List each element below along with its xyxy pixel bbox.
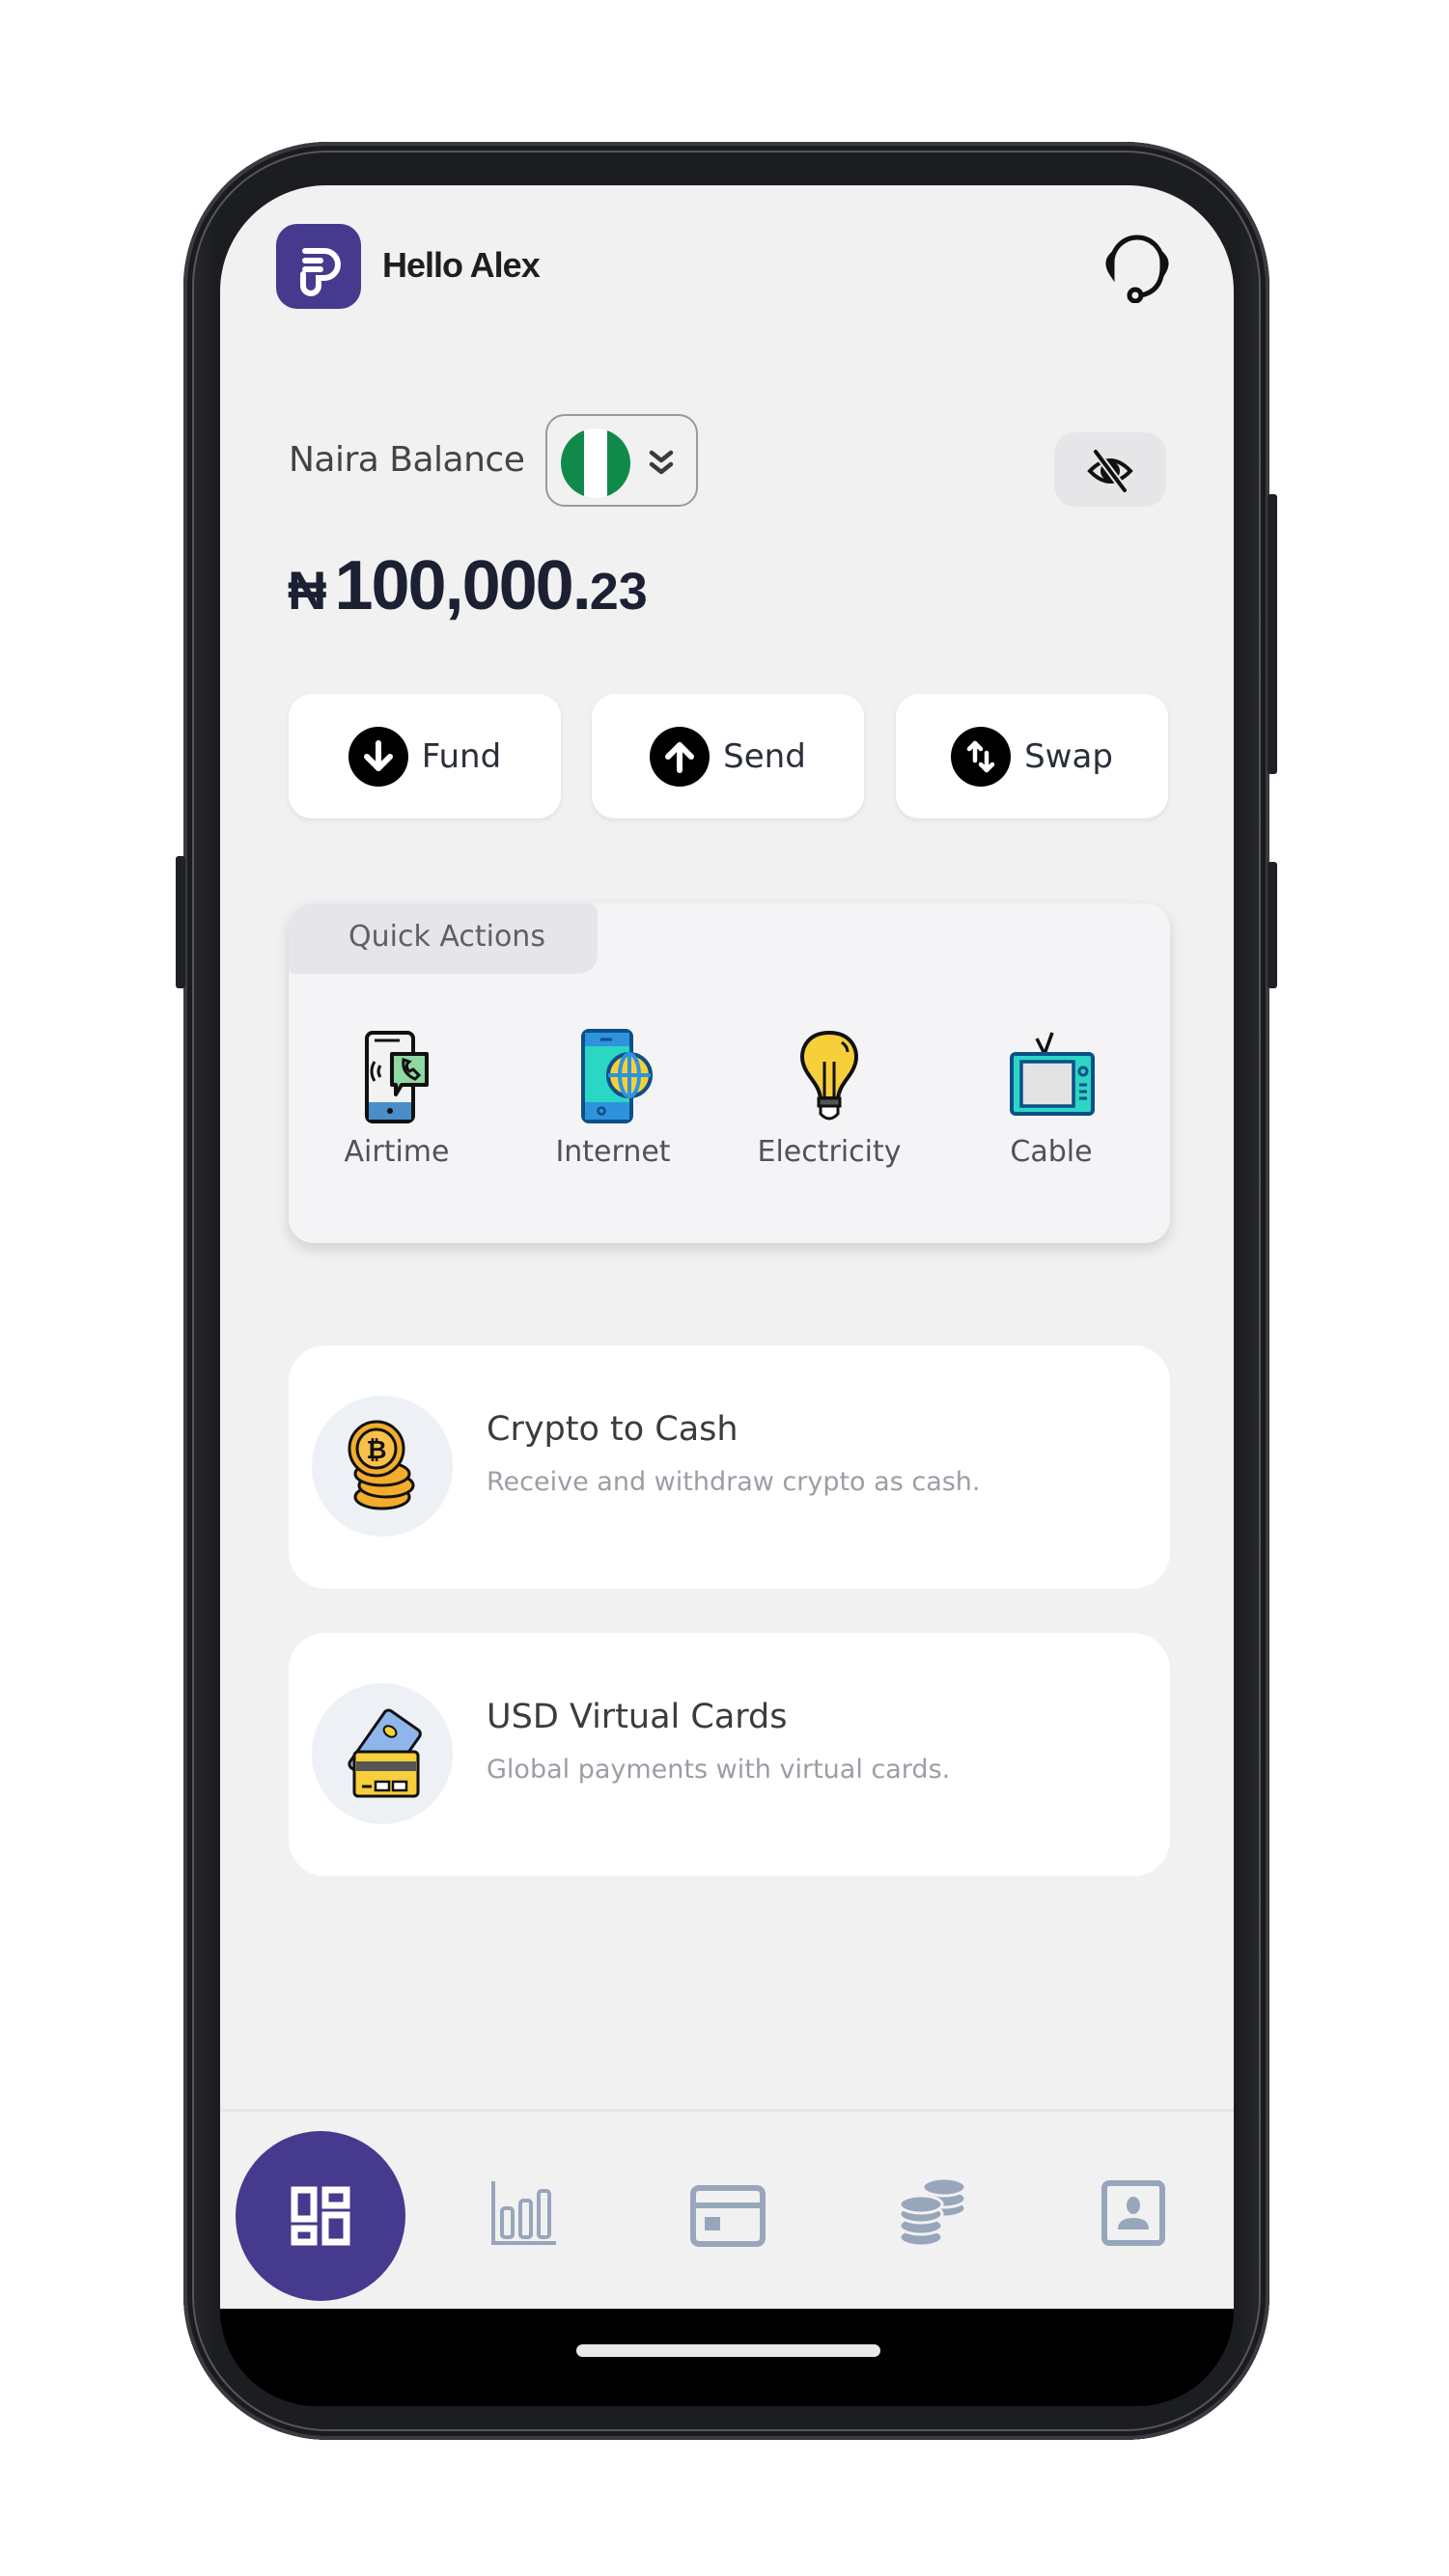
phone-globe-icon [581, 1029, 653, 1123]
swap-label: Swap [1024, 736, 1113, 776]
svg-text:₿: ₿ [366, 1436, 386, 1465]
quick-actions-title: Quick Actions [348, 920, 545, 954]
app-logo-icon [300, 248, 341, 296]
volume-button [1268, 494, 1277, 774]
tv-icon [1010, 1032, 1095, 1116]
swap-button[interactable]: Swap [896, 694, 1168, 818]
headset-icon [1105, 235, 1169, 304]
quick-action-label: Airtime [344, 1135, 450, 1169]
fund-button[interactable]: Fund [289, 694, 561, 818]
arrow-up-circle-icon [650, 726, 711, 787]
quick-actions-tab: Quick Actions [289, 903, 598, 974]
currency-selector[interactable] [545, 414, 698, 507]
side-button-left [176, 856, 185, 988]
home-indicator[interactable] [576, 2344, 880, 2357]
fund-label: Fund [421, 736, 502, 776]
feature-title: USD Virtual Cards [487, 1698, 788, 1736]
quick-action-cable[interactable]: Cable [964, 1029, 1138, 1183]
quick-action-internet[interactable]: Internet [526, 1029, 700, 1183]
quick-actions-card: Quick Actions Airtime Internet Electrici… [289, 903, 1170, 1243]
card-icon [690, 2185, 766, 2247]
balance-amount: ₦ 100,000.23 [288, 542, 648, 635]
balance-decimal: 23 [589, 563, 648, 621]
currency-symbol: ₦ [288, 560, 326, 621]
arrow-down-circle-icon [348, 726, 408, 787]
phone-chin [220, 2310, 1234, 2406]
quick-action-airtime[interactable]: Airtime [310, 1029, 484, 1183]
support-button[interactable] [1101, 230, 1174, 304]
quick-action-electricity[interactable]: Electricity [742, 1029, 916, 1183]
profile-icon [1101, 2180, 1165, 2246]
send-button[interactable]: Send [592, 694, 864, 818]
toggle-balance-visibility-button[interactable] [1054, 432, 1166, 507]
feature-title: Crypto to Cash [487, 1410, 738, 1449]
chevron-double-down-icon [649, 450, 674, 475]
credit-cards-icon [312, 1683, 453, 1824]
dashboard-icon [291, 2186, 350, 2246]
usd-virtual-cards-card[interactable]: USD Virtual Cards Global payments with v… [289, 1633, 1170, 1876]
nav-crypto[interactable] [894, 2175, 967, 2249]
app-screen: Hello Alex Naira Balance ₦ 100,000.23 Fu… [220, 185, 1234, 2309]
speaker-notch [652, 157, 801, 173]
phone-call-icon [365, 1031, 429, 1123]
coins-icon [898, 2176, 967, 2248]
feature-subtitle: Global payments with virtual cards. [487, 1755, 951, 1785]
nav-profile[interactable] [1101, 2179, 1166, 2247]
power-button [1268, 862, 1277, 988]
swap-vertical-icon [951, 726, 1012, 787]
bitcoin-coins-icon: ₿ [312, 1396, 453, 1537]
quick-action-label: Cable [1010, 1135, 1093, 1169]
app-logo [276, 224, 361, 309]
crypto-to-cash-card[interactable]: ₿ Crypto to Cash Receive and withdraw cr… [289, 1345, 1170, 1589]
greeting-text: Hello Alex [382, 245, 541, 285]
balance-main: 100,000. [334, 547, 591, 624]
lightbulb-icon [800, 1030, 858, 1121]
balance-label: Naira Balance [289, 440, 525, 480]
feature-subtitle: Receive and withdraw crypto as cash. [487, 1467, 981, 1497]
quick-action-label: Internet [555, 1135, 671, 1169]
nav-dashboard[interactable] [236, 2131, 405, 2301]
nav-analytics[interactable] [490, 2179, 558, 2247]
send-label: Send [723, 736, 806, 776]
bar-chart-icon [491, 2181, 556, 2245]
nigeria-flag-icon [561, 429, 630, 498]
quick-action-label: Electricity [757, 1135, 902, 1169]
nav-cards[interactable] [689, 2184, 766, 2248]
bottom-navigation [220, 2109, 1234, 2309]
eye-off-icon [1087, 448, 1133, 494]
